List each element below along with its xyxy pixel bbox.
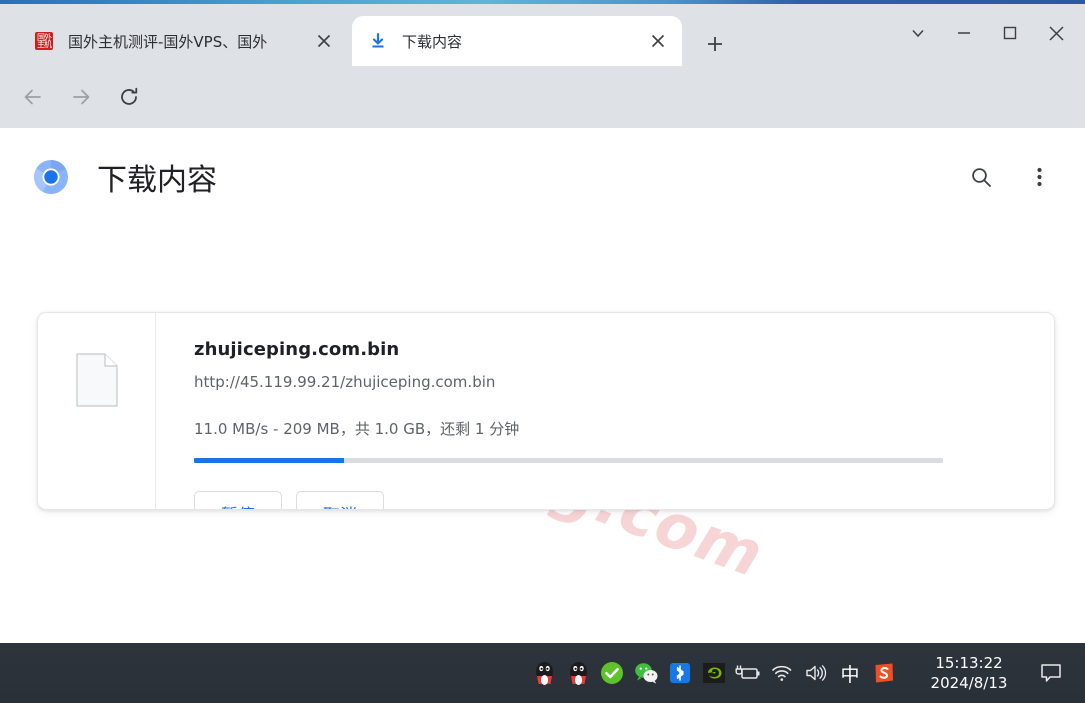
back-button[interactable]: [17, 81, 49, 113]
notification-icon[interactable]: [1025, 643, 1077, 703]
bluetooth-icon[interactable]: [663, 643, 697, 703]
close-button[interactable]: [1033, 12, 1079, 54]
download-item-card[interactable]: zhujiceping.com.bin http://45.119.99.21/…: [37, 312, 1055, 510]
reload-button[interactable]: [113, 81, 145, 113]
qq-icon-2[interactable]: [561, 643, 595, 703]
minimize-button[interactable]: [941, 12, 987, 54]
download-progress-bar: [194, 458, 943, 463]
tab-downloads[interactable]: 下载内容: [352, 16, 682, 66]
maximize-button[interactable]: [987, 12, 1033, 54]
download-progress-fill: [194, 458, 344, 463]
battery-icon[interactable]: [731, 643, 765, 703]
volume-icon[interactable]: [799, 643, 833, 703]
site-favicon: 国外 主机: [35, 32, 53, 50]
downloads-more-menu-icon[interactable]: [1019, 157, 1059, 197]
browser-window: 国外 主机 国外主机测评-国外VPS、国外 下载内容 下载内容 zhujicep…: [0, 0, 1085, 703]
os-taskbar: 中 15:13:22 2024/8/13: [0, 643, 1085, 703]
download-icon: [368, 31, 388, 51]
tab-site-review[interactable]: 国外 主机 国外主机测评-国外VPS、国外: [18, 16, 348, 66]
qq-icon[interactable]: [527, 643, 561, 703]
ime-chinese-icon[interactable]: 中: [833, 643, 867, 703]
cancel-button[interactable]: 取消: [296, 491, 384, 509]
download-status-text: 11.0 MB/s - 209 MB，共 1.0 GB，还剩 1 分钟: [194, 420, 520, 438]
forward-button[interactable]: [65, 81, 97, 113]
chromium-logo-icon: [33, 159, 69, 195]
system-tray: 中 15:13:22 2024/8/13: [527, 643, 1085, 703]
taskbar-clock[interactable]: 15:13:22 2024/8/13: [913, 653, 1025, 693]
download-file-name[interactable]: zhujiceping.com.bin: [194, 339, 1054, 360]
download-action-buttons: 暂停 取消: [194, 491, 1054, 509]
ime-label: 中: [840, 663, 860, 686]
tab-close-button[interactable]: [644, 27, 672, 55]
sogou-icon[interactable]: [867, 643, 901, 703]
security-check-icon[interactable]: [595, 643, 629, 703]
window-controls: [895, 12, 1079, 54]
download-item-details: zhujiceping.com.bin http://45.119.99.21/…: [156, 313, 1054, 509]
downloads-page: zhujiceping.com 下载内容 今天: [0, 128, 1085, 643]
tab-search-button[interactable]: [895, 12, 941, 54]
pause-button[interactable]: 暂停: [194, 491, 282, 509]
generic-file-icon: [75, 353, 118, 412]
tab-title: 下载内容: [402, 32, 463, 51]
page-title: 下载内容: [97, 163, 217, 198]
download-source-url[interactable]: http://45.119.99.21/zhujiceping.com.bin: [194, 373, 1054, 391]
downloads-search-icon[interactable]: [961, 157, 1001, 197]
browser-toolbar: Chromium chrome://downloads: [0, 66, 1085, 184]
nvidia-icon[interactable]: [697, 643, 731, 703]
new-tab-button[interactable]: [700, 29, 730, 59]
tab-close-button[interactable]: [310, 27, 338, 55]
tab-strip: 国外 主机 国外主机测评-国外VPS、国外 下载内容: [0, 4, 1085, 66]
clock-date: 2024/8/13: [930, 674, 1008, 692]
tab-title: 国外主机测评-国外VPS、国外: [68, 32, 268, 51]
clock-time: 15:13:22: [935, 654, 1003, 672]
wifi-icon[interactable]: [765, 643, 799, 703]
wechat-icon[interactable]: [629, 643, 663, 703]
downloads-page-header: 下载内容: [0, 146, 1085, 208]
download-file-icon-column: [38, 313, 156, 509]
